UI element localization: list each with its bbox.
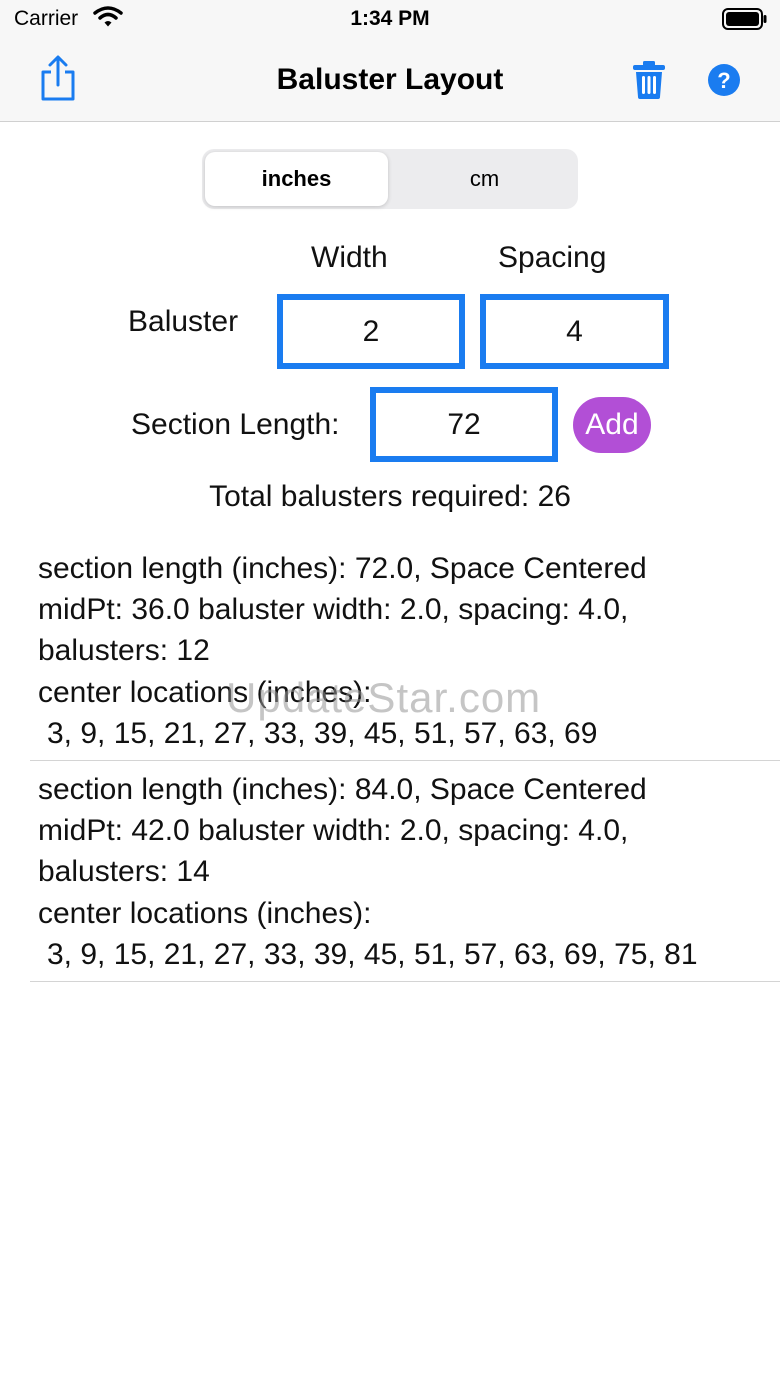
list-item[interactable]: section length (inches): 72.0, Space Cen… [0,548,780,754]
trash-icon[interactable] [631,60,667,105]
list-divider [30,760,780,762]
svg-text:?: ? [717,68,730,93]
baluster-width-field[interactable]: 2 [277,294,465,369]
width-label: Width [311,241,388,274]
baluster-spacing-value: 4 [566,315,583,348]
units-inches-segment[interactable]: inches [205,152,388,206]
result-locations-label: center locations (inches): [38,896,372,930]
baluster-label: Baluster [128,305,239,338]
list-divider [30,981,780,983]
units-cm-segment[interactable]: cm [393,152,576,206]
spacing-label: Spacing [498,241,607,274]
total-balusters-label: Total balusters required: 26 [209,480,571,513]
watermark: UpdateStar.com [226,674,542,721]
result-baluster-count: balusters: 14 [38,855,210,889]
result-midpoint: midPt: 36.0 baluster width: 2.0, spacing… [38,593,629,627]
navigation-bar: Baluster Layout ? [0,40,780,122]
units-segmented-control: inches cm [202,149,578,209]
section-length-label: Section Length: [131,408,340,441]
results-list: section length (inches): 72.0, Space Cen… [0,548,780,990]
clock: 1:34 PM [350,7,430,30]
status-bar: Carrier 1:34 PM [0,0,780,40]
baluster-width-value: 2 [362,315,380,348]
add-button[interactable]: Add [573,397,651,453]
section-length-field[interactable]: 72 [370,387,558,462]
battery-icon [722,8,768,35]
help-icon[interactable]: ? [707,63,741,102]
result-section-length: section length (inches): 72.0, Space Cen… [38,552,647,585]
baluster-spacing-field[interactable]: 4 [480,294,669,369]
result-midpoint: midPt: 42.0 baluster width: 2.0, spacing… [38,814,629,848]
result-section-length: section length (inches): 84.0, Space Cen… [38,773,647,807]
result-baluster-count: balusters: 12 [38,634,210,668]
list-item[interactable]: section length (inches): 84.0, Space Cen… [0,769,780,975]
result-locations: 3, 9, 15, 21, 27, 33, 39, 45, 51, 57, 63… [47,937,698,971]
section-length-value: 72 [447,408,481,441]
